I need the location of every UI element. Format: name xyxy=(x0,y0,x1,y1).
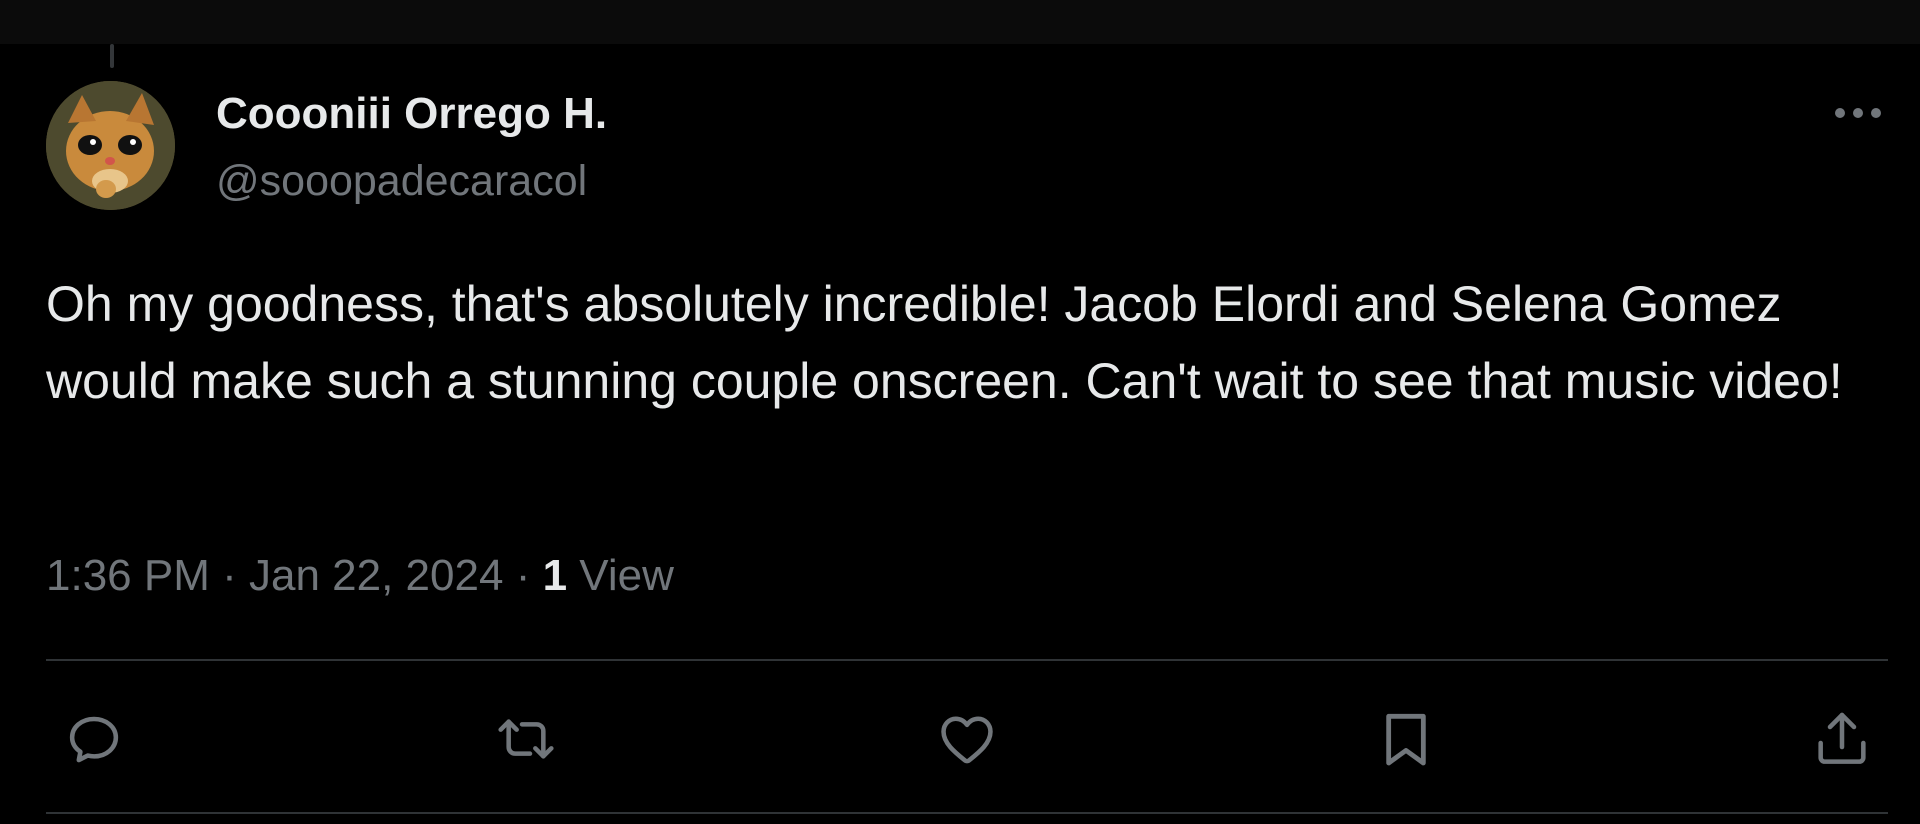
bookmark-button[interactable] xyxy=(1374,707,1438,771)
retweet-button[interactable] xyxy=(494,707,558,771)
cat-avatar-icon xyxy=(46,81,175,210)
reply-icon xyxy=(69,716,119,763)
tweet-time[interactable]: 1:36 PM xyxy=(46,551,210,600)
views-count: 1 xyxy=(542,551,568,600)
like-button[interactable] xyxy=(935,707,999,771)
share-button[interactable] xyxy=(1810,707,1874,771)
meta-separator: · xyxy=(222,551,237,600)
author-avatar[interactable] xyxy=(46,81,175,210)
heart-icon xyxy=(941,716,993,764)
author-display-name[interactable]: Coooniii Orrego H. xyxy=(216,88,607,140)
divider xyxy=(46,812,1888,814)
top-bar xyxy=(0,0,1920,44)
thread-connector-line xyxy=(110,44,114,68)
tweet-metadata: 1:36 PM · Jan 22, 2024 · 1 View xyxy=(46,548,674,604)
views-label: View xyxy=(579,551,674,600)
share-icon xyxy=(1818,712,1866,764)
meta-separator: · xyxy=(515,551,531,600)
retweet-icon xyxy=(498,719,554,759)
tweet-date[interactable]: Jan 22, 2024 xyxy=(249,551,503,600)
tweet-text: Oh my goodness, that's absolutely incred… xyxy=(46,276,1843,409)
reply-button[interactable] xyxy=(62,707,126,771)
more-horizontal-icon[interactable] xyxy=(1832,103,1884,123)
divider xyxy=(46,659,1888,661)
author-handle[interactable]: @sooopadecaracol xyxy=(216,155,587,207)
bookmark-icon xyxy=(1386,713,1426,766)
